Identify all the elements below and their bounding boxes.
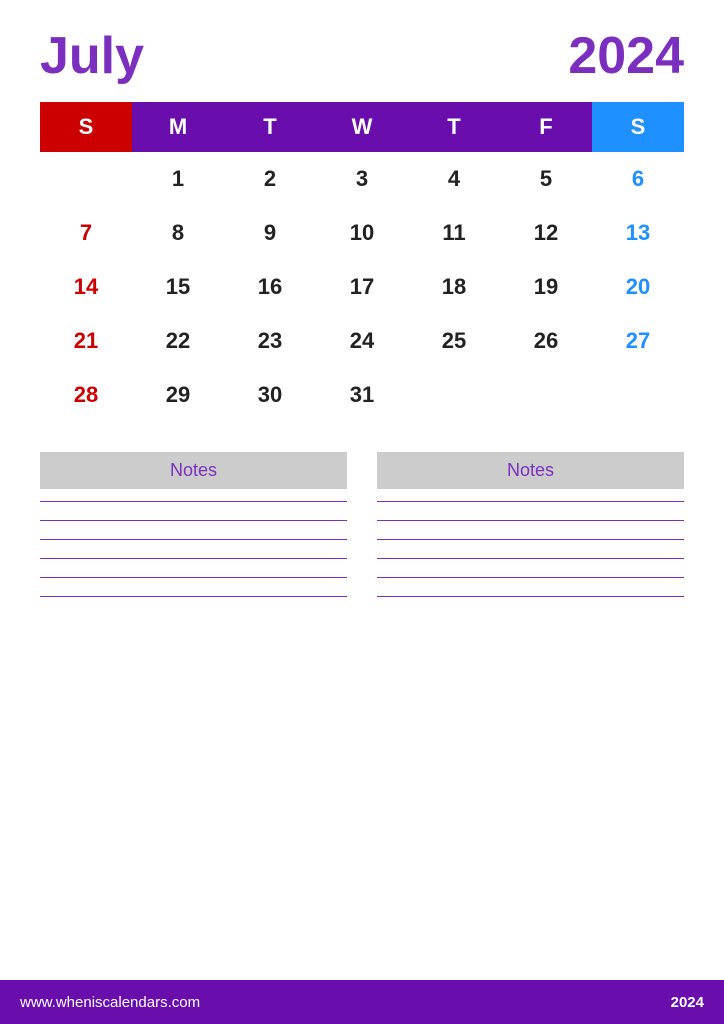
day-cell: 10 xyxy=(316,206,408,260)
day-cell: 24 xyxy=(316,314,408,368)
year-title: 2024 xyxy=(568,30,684,82)
day-cell: 7 xyxy=(40,206,132,260)
day-cell: 21 xyxy=(40,314,132,368)
footer-year: 2024 xyxy=(671,994,704,1011)
header-friday: F xyxy=(500,102,592,152)
day-cell: 4 xyxy=(408,152,500,206)
table-row: 7 8 9 10 11 12 13 xyxy=(40,206,684,260)
day-cell: 11 xyxy=(408,206,500,260)
day-cell: 31 xyxy=(316,368,408,422)
notes-box-left: Notes xyxy=(40,452,347,597)
header-wednesday: W xyxy=(316,102,408,152)
calendar-table: S M T W T F S 1 2 3 4 5 6 xyxy=(40,102,684,422)
day-cell: 28 xyxy=(40,368,132,422)
day-cell: 14 xyxy=(40,260,132,314)
table-row: 21 22 23 24 25 26 27 xyxy=(40,314,684,368)
day-cell: 16 xyxy=(224,260,316,314)
day-cell: 5 xyxy=(500,152,592,206)
notes-line xyxy=(377,596,684,597)
notes-line xyxy=(40,577,347,578)
notes-lines-right xyxy=(377,501,684,597)
footer-url: www.wheniscalendars.com xyxy=(20,994,200,1011)
header-saturday: S xyxy=(592,102,684,152)
day-cell: 27 xyxy=(592,314,684,368)
calendar-header: July 2024 xyxy=(40,30,684,82)
day-cell: 6 xyxy=(592,152,684,206)
page: July 2024 S M T W T F S 1 xyxy=(0,0,724,1024)
notes-box-right: Notes xyxy=(377,452,684,597)
notes-label-left: Notes xyxy=(40,452,347,489)
notes-lines-left xyxy=(40,501,347,597)
month-title: July xyxy=(40,30,144,82)
table-row: 28 29 30 31 xyxy=(40,368,684,422)
day-cell: 9 xyxy=(224,206,316,260)
day-cell: 12 xyxy=(500,206,592,260)
day-cell xyxy=(40,152,132,206)
day-cell: 18 xyxy=(408,260,500,314)
table-row: 1 2 3 4 5 6 xyxy=(40,152,684,206)
day-cell: 23 xyxy=(224,314,316,368)
day-cell: 19 xyxy=(500,260,592,314)
day-cell: 17 xyxy=(316,260,408,314)
day-cell: 22 xyxy=(132,314,224,368)
day-cell: 26 xyxy=(500,314,592,368)
header-tuesday: T xyxy=(224,102,316,152)
header-sunday: S xyxy=(40,102,132,152)
notes-line xyxy=(377,539,684,540)
notes-line xyxy=(377,577,684,578)
notes-line xyxy=(40,539,347,540)
notes-line xyxy=(40,520,347,521)
notes-label-right: Notes xyxy=(377,452,684,489)
day-cell: 20 xyxy=(592,260,684,314)
table-row: 14 15 16 17 18 19 20 xyxy=(40,260,684,314)
day-cell xyxy=(500,368,592,422)
notes-line xyxy=(40,596,347,597)
notes-section: Notes Notes xyxy=(40,452,684,597)
header-thursday: T xyxy=(408,102,500,152)
day-cell: 1 xyxy=(132,152,224,206)
notes-line xyxy=(377,520,684,521)
day-cell: 29 xyxy=(132,368,224,422)
footer: www.wheniscalendars.com 2024 xyxy=(0,980,724,1024)
notes-line xyxy=(377,558,684,559)
day-cell: 13 xyxy=(592,206,684,260)
day-cell: 2 xyxy=(224,152,316,206)
calendar-header-row: S M T W T F S xyxy=(40,102,684,152)
day-cell: 8 xyxy=(132,206,224,260)
header-monday: M xyxy=(132,102,224,152)
notes-line xyxy=(40,501,347,502)
day-cell: 30 xyxy=(224,368,316,422)
notes-line xyxy=(40,558,347,559)
notes-line xyxy=(377,501,684,502)
day-cell xyxy=(408,368,500,422)
day-cell xyxy=(592,368,684,422)
day-cell: 25 xyxy=(408,314,500,368)
calendar-wrapper: S M T W T F S 1 2 3 4 5 6 xyxy=(40,102,684,422)
day-cell: 3 xyxy=(316,152,408,206)
day-cell: 15 xyxy=(132,260,224,314)
